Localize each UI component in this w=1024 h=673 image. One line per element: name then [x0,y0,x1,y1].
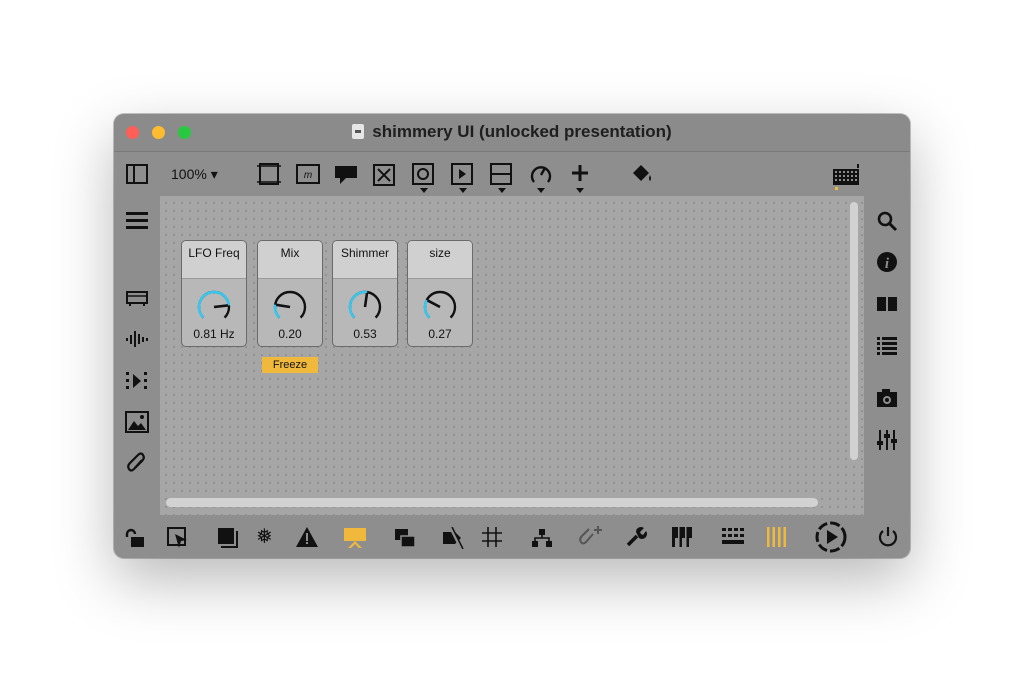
vertical-scrollbar[interactable] [850,202,858,460]
dial-value: 0.53 [353,327,377,341]
window-title-text: shimmery UI (unlocked presentation) [372,122,672,141]
button-object-icon[interactable] [412,163,434,185]
knob-needle [363,292,369,308]
toggle-icon[interactable] [373,164,395,186]
menu-icon[interactable] [125,210,149,237]
presentation-icon[interactable] [126,289,148,312]
sidebar-toggle-icon[interactable] [126,164,148,184]
warning-icon[interactable] [295,526,319,548]
comment-icon[interactable] [334,165,358,185]
mute-icon[interactable] [441,527,465,549]
add-object-caret[interactable] [576,188,584,193]
sequence-icon[interactable] [125,370,149,397]
zoom-dropdown[interactable]: 100% ▾ [171,166,218,183]
mixer-icon[interactable] [876,429,898,456]
presentation-toggle-icon[interactable] [343,527,367,549]
knob-icon[interactable] [195,288,233,326]
dial-object-caret[interactable] [537,188,545,193]
book-icon[interactable] [876,295,898,318]
knob-icon[interactable] [271,288,309,326]
frame-icon[interactable] [217,527,239,549]
svg-text:m: m [304,170,312,181]
button-object-caret[interactable] [420,188,428,193]
add-dependency-icon[interactable] [579,525,603,549]
message-box-icon[interactable]: m [296,164,320,184]
toolbar: 100% ▾ m [114,152,910,196]
horizontal-scrollbar[interactable] [166,498,818,507]
snowflake-icon[interactable]: ❅ [256,525,273,549]
play-object-caret[interactable] [459,188,467,193]
image-icon[interactable] [125,411,149,438]
dial-label: LFO Freq [182,241,246,279]
info-icon[interactable]: i [876,251,898,278]
dial-label: Mix [258,241,322,279]
play-object-icon[interactable] [451,163,473,185]
play-icon[interactable] [815,521,847,553]
knob-needle [213,304,229,309]
dial-label: Shimmer [333,241,397,279]
knob-track [423,290,457,319]
lock-icon[interactable] [124,528,146,548]
layers-icon[interactable] [393,527,417,549]
dial-size[interactable]: size 0.27 [407,240,473,347]
keyboard-icon[interactable] [721,527,745,547]
paperclip-icon[interactable] [126,452,148,481]
patcher-window: shimmery UI (unlocked presentation) 100%… [114,114,910,558]
knob-icon[interactable] [421,288,459,326]
piano-icon[interactable] [671,526,693,548]
knob-icon[interactable] [346,288,384,326]
title-bar: shimmery UI (unlocked presentation) [114,114,910,152]
columns-icon[interactable] [766,526,788,548]
list-icon[interactable] [876,336,898,361]
dial-value: 0.81 Hz [193,327,235,341]
dial-object-icon[interactable] [529,162,553,186]
dial-shimmer[interactable]: Shimmer 0.53 [332,240,398,347]
wrench-icon[interactable] [625,526,647,548]
bottom-toolbar: ❅ [114,515,910,558]
freeze-button[interactable]: Freeze [262,357,318,373]
dial-lfo-freq[interactable]: LFO Freq 0.81 Hz [181,240,247,347]
dial-value: 0.27 [428,327,452,341]
comment-box-icon[interactable] [257,162,281,186]
knob-value-arc [423,299,431,319]
dial-mix[interactable]: Mix 0.20 [257,240,323,347]
knob-needle [275,303,291,309]
slider-object-icon[interactable] [490,163,512,185]
knob-needle [427,299,441,309]
slider-object-caret[interactable] [498,188,506,193]
keyboard-grid-icon[interactable] [832,163,860,191]
grid-icon[interactable] [481,526,503,548]
dial-value: 0.20 [278,327,302,341]
add-object-icon[interactable] [570,163,590,183]
camera-icon[interactable] [876,388,898,413]
audio-icon[interactable] [125,329,149,354]
window-title: shimmery UI (unlocked presentation) [114,122,910,142]
power-icon[interactable] [877,526,899,548]
hierarchy-icon[interactable] [530,527,554,549]
knob-value-arc [273,304,281,319]
search-icon[interactable] [876,210,898,237]
select-icon[interactable] [167,527,189,549]
document-icon [352,124,365,139]
dial-label: size [408,241,472,279]
paint-bucket-icon[interactable] [630,162,654,184]
